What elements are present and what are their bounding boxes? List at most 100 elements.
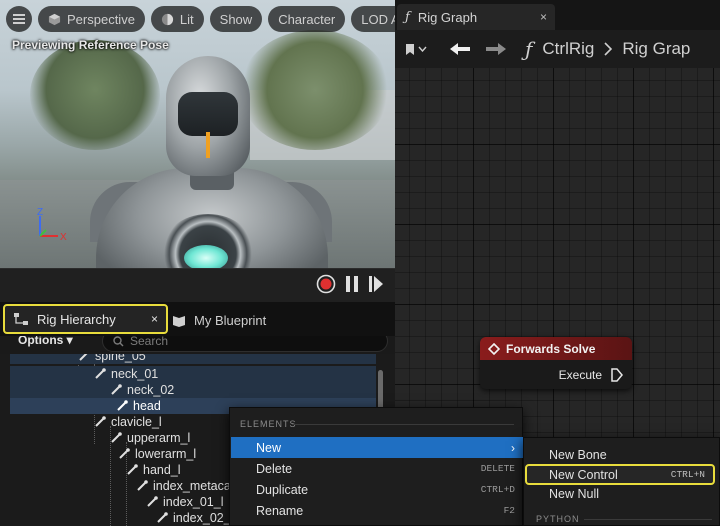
tree-item-label: head	[133, 399, 161, 413]
background-tree	[240, 30, 390, 150]
menu-section-python: PYTHON	[536, 514, 580, 524]
viewport-status-text: Previewing Reference Pose	[12, 38, 169, 52]
menu-item-label: Duplicate	[256, 482, 309, 497]
menu-item-label: New	[256, 440, 282, 455]
exec-pin-icon[interactable]	[610, 367, 624, 382]
selected-bone-gizmo[interactable]	[206, 132, 210, 158]
menu-divider	[584, 519, 712, 520]
submenu-item-new-control[interactable]: New Control CTRL+N	[525, 464, 715, 485]
menu-divider	[292, 424, 514, 425]
show-button[interactable]: Show	[209, 6, 263, 32]
node-body: Execute	[480, 360, 632, 389]
back-arrow-icon[interactable]	[449, 42, 471, 56]
options-button[interactable]: Options ▾	[18, 336, 73, 347]
tree-item-neck_01[interactable]: neck_01	[10, 366, 376, 382]
cube-icon	[48, 13, 61, 25]
tree-item-neck_02[interactable]: neck_02	[10, 382, 376, 398]
menu-item-duplicate[interactable]: Duplicate CTRL+D	[231, 479, 523, 500]
search-icon	[113, 336, 124, 346]
menu-item-new[interactable]: New ›	[231, 437, 523, 458]
context-menu: ELEMENTS New › Delete DELETE Duplicate C…	[229, 407, 523, 526]
bone-icon	[95, 416, 106, 427]
breadcrumb-rig-graph[interactable]: Rig Grap	[622, 39, 690, 59]
tab-rig-graph[interactable]: ƒ Rig Graph ×	[397, 4, 555, 30]
close-icon[interactable]: ×	[151, 312, 158, 326]
viewport-toolbar: Perspective Lit Show Character LOD Au	[6, 6, 395, 32]
tree-item-label: clavicle_l	[111, 415, 162, 429]
options-label: Options	[18, 336, 64, 347]
lit-button[interactable]: Lit	[150, 6, 204, 32]
submenu-item-new-bone[interactable]: New Bone	[524, 444, 719, 465]
axis-gizmo: Z X	[37, 207, 67, 243]
lit-sphere-icon	[161, 13, 173, 25]
close-icon[interactable]: ×	[540, 10, 547, 24]
menu-item-label: Rename	[256, 503, 304, 518]
search-input[interactable]: Search	[102, 336, 388, 352]
node-title: Forwards Solve	[506, 341, 596, 356]
tree-item-label: lowerarm_l	[135, 447, 197, 461]
bone-icon	[95, 368, 106, 379]
function-icon: ƒ	[405, 9, 410, 25]
forward-arrow-icon[interactable]	[485, 42, 507, 56]
chevron-right-icon: ›	[511, 440, 515, 455]
menu-item-rename[interactable]: Rename F2	[231, 500, 523, 521]
show-label: Show	[219, 11, 253, 27]
record-icon[interactable]	[316, 274, 336, 294]
bone-icon	[147, 496, 158, 507]
tree-item-label: index_02_	[173, 511, 231, 525]
menu-item-label: New Null	[549, 487, 600, 501]
menu-section-elements: ELEMENTS	[240, 419, 297, 429]
function-icon: ƒ	[525, 37, 533, 61]
tree-item-label: hand_l	[143, 463, 181, 477]
pause-icon[interactable]	[345, 275, 359, 293]
hierarchy-icon	[14, 313, 28, 325]
axis-z-label: Z	[37, 207, 43, 218]
menu-item-shortcut: F2	[503, 505, 515, 516]
playback-controls	[316, 274, 384, 294]
tree-item-label: neck_02	[127, 383, 175, 397]
character-button[interactable]: Character	[268, 6, 346, 32]
bone-icon	[157, 512, 168, 523]
bone-icon	[127, 464, 138, 475]
tree-item-label: index_01_l	[163, 495, 224, 509]
menu-item-delete[interactable]: Delete DELETE	[231, 458, 523, 479]
node-header: Forwards Solve	[480, 337, 632, 360]
new-submenu: New Bone New Control CTRL+N New Null PYT…	[523, 437, 720, 526]
menu-item-shortcut: CTRL+N	[670, 469, 705, 480]
tree-item-label: spine_05	[95, 354, 146, 363]
perspective-label: Perspective	[67, 11, 135, 27]
tree-item-spine_05[interactable]: spine_05	[10, 354, 376, 364]
bone-icon	[137, 480, 148, 491]
forwards-solve-node[interactable]: Forwards Solve Execute	[480, 337, 632, 389]
viewport[interactable]: Perspective Lit Show Character LOD Au Pr…	[0, 0, 395, 302]
event-icon	[488, 342, 500, 355]
tree-item-label: neck_01	[111, 367, 159, 381]
rig-hierarchy-tab-label: Rig Hierarchy	[37, 311, 116, 327]
step-forward-icon[interactable]	[368, 275, 384, 293]
book-icon	[173, 315, 185, 327]
search-placeholder: Search	[130, 336, 169, 348]
execute-pin-label: Execute	[558, 367, 602, 382]
bone-icon	[111, 384, 122, 395]
chevron-right-icon	[604, 42, 613, 56]
breadcrumb-ctrlrig[interactable]: CtrlRig	[542, 39, 594, 59]
menu-item-label: New Control	[549, 467, 618, 482]
tab-my-blueprint[interactable]: My Blueprint	[172, 308, 266, 332]
chevron-down-icon	[418, 46, 427, 52]
tab-rig-hierarchy[interactable]: Rig Hierarchy ×	[3, 304, 168, 334]
my-blueprint-tab-label: My Blueprint	[194, 312, 267, 328]
axis-x-label: X	[60, 232, 67, 243]
lod-button[interactable]: LOD Au	[351, 6, 395, 32]
menu-item-shortcut: DELETE	[480, 463, 515, 474]
submenu-item-new-null[interactable]: New Null	[524, 487, 719, 503]
graph-toolbar: ƒ CtrlRig Rig Grap	[395, 30, 720, 68]
lit-label: Lit	[179, 11, 194, 27]
background-tree	[30, 40, 160, 150]
menu-item-label: New Bone	[549, 447, 607, 462]
viewport-menu-button[interactable]	[6, 6, 32, 32]
bookmark-icon[interactable]	[405, 43, 427, 56]
tree-item-label: index_metaca	[153, 479, 231, 493]
tree-item-label: upperarm_l	[127, 431, 191, 445]
perspective-button[interactable]: Perspective	[38, 6, 145, 32]
rig-graph-tab-label: Rig Graph	[417, 9, 478, 25]
